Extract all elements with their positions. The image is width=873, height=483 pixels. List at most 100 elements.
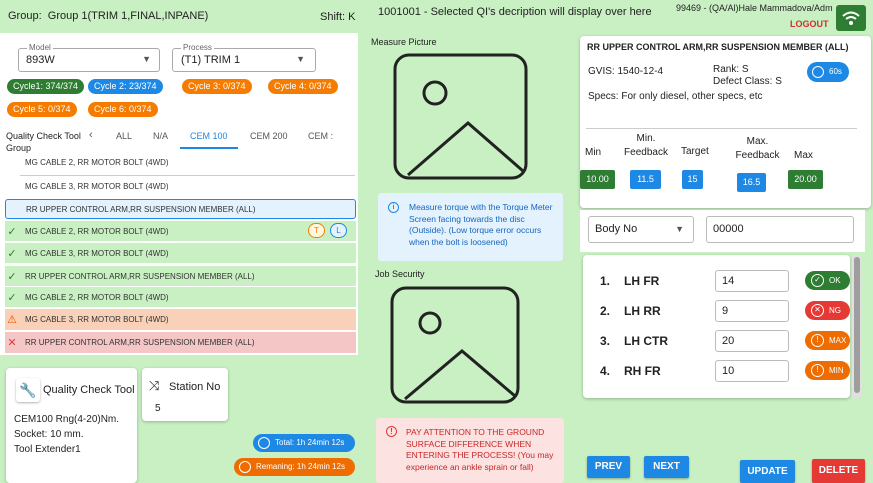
tool-title: Quality Check Tool: [43, 384, 135, 396]
clock-icon: [258, 437, 270, 449]
defect-class-value: Defect Class: S: [713, 76, 782, 87]
check-icon: ✓: [7, 247, 17, 260]
tab-cem100[interactable]: CEM 100: [190, 131, 228, 141]
scrollbar-thumb[interactable]: [854, 257, 860, 393]
model-label: Model: [27, 43, 53, 52]
status-icon: !: [811, 334, 824, 347]
header-target: Target: [681, 146, 709, 157]
chevron-down-icon: ▼: [675, 224, 684, 234]
badge-l: L: [330, 223, 347, 238]
list-item-error[interactable]: ✕ RR UPPER CONTROL ARM,RR SUSPENSION MEMB…: [5, 332, 356, 353]
wrench-icon: 🔧: [16, 378, 40, 402]
countdown-timer: 60s: [807, 62, 849, 82]
detail-card: RR UPPER CONTROL ARM,RR SUSPENSION MEMBE…: [580, 36, 871, 208]
max-feedback-value: 16.5: [737, 173, 766, 192]
station-title: Station No: [169, 381, 221, 393]
cycle-chip-5[interactable]: Cycle 5: 0/374: [7, 102, 77, 117]
tool-details: CEM100 Rng(4-20)Nm. Socket: 10 mm. Tool Ex…: [14, 414, 120, 455]
remaining-timer: Remaning: 1h 24min 12s: [234, 458, 355, 476]
list-item[interactable]: MG CABLE 2, RR MOTOR BOLT (4WD): [5, 153, 356, 171]
status-label: MIN: [829, 366, 844, 375]
station-card: ⤨ Station No 5: [142, 368, 228, 421]
measure-info-box: i Measure torque with the Torque Meter S…: [378, 193, 563, 261]
header-min-feedback: Min. Feedback: [624, 133, 668, 158]
cycle-chip-6[interactable]: Cycle 6: 0/374: [88, 102, 158, 117]
warning-text: PAY ATTENTION TO THE GROUND SURFACE DIFF…: [406, 427, 554, 472]
delete-button[interactable]: DELETE: [812, 459, 865, 483]
header-min: Min: [585, 147, 602, 158]
logout-link[interactable]: LOGOUT: [790, 19, 829, 29]
wifi-icon: [842, 11, 860, 25]
measurement-name: RH FR: [624, 364, 661, 378]
prev-button[interactable]: PREV: [587, 456, 630, 478]
model-select[interactable]: Model 893W ▼: [18, 43, 160, 72]
measurement-input[interactable]: 20: [715, 330, 789, 352]
chevron-down-icon: ▼: [296, 54, 305, 64]
body-no-select[interactable]: Body No ▼: [588, 216, 694, 243]
job-security-title: Job Security: [375, 269, 425, 279]
tabs-prev-icon[interactable]: ‹: [89, 129, 93, 141]
status-button[interactable]: ! MAX: [805, 331, 850, 350]
check-icon: ✓: [7, 291, 17, 304]
divider: [20, 175, 355, 176]
process-value: (T1) TRIM 1: [181, 54, 241, 66]
status-button[interactable]: ✕ NG: [805, 301, 850, 320]
warning-box: ! PAY ATTENTION TO THE GROUND SURFACE DI…: [376, 418, 564, 483]
tab-cem200[interactable]: CEM 200: [250, 131, 288, 141]
measurement-number: 2.: [600, 304, 611, 318]
badge-t: T: [308, 223, 325, 238]
measurement-name: LH FR: [624, 274, 660, 288]
measurement-input[interactable]: 14: [715, 270, 789, 292]
divider: [586, 128, 857, 129]
info-icon: i: [388, 202, 399, 213]
group-value: Group 1(TRIM 1,FINAL,INPANE): [47, 10, 209, 22]
cycle-chip-3[interactable]: Cycle 3: 0/374: [182, 79, 252, 94]
chevron-down-icon: ▼: [142, 54, 151, 64]
cycle-chip-4[interactable]: Cycle 4: 0/374: [268, 79, 338, 94]
status-label: OK: [829, 276, 841, 285]
next-button[interactable]: NEXT: [644, 456, 689, 478]
clock-icon: [812, 66, 824, 78]
close-icon: ✕: [7, 337, 17, 349]
list-item[interactable]: ✓ MG CABLE 2, RR MOTOR BOLT (4WD): [5, 221, 356, 241]
image-placeholder-icon: [390, 286, 520, 404]
list-item[interactable]: ✓ MG CABLE 3, RR MOTOR BOLT (4WD): [5, 243, 356, 263]
list-item-warning[interactable]: ⚠ MG CABLE 3, RR MOTOR BOLT (4WD): [5, 309, 356, 330]
status-label: MAX: [829, 336, 847, 345]
wifi-button[interactable]: [836, 5, 866, 31]
body-no-input[interactable]: 00000: [706, 216, 854, 243]
status-label: NG: [829, 306, 841, 315]
process-select[interactable]: Process (T1) TRIM 1 ▼: [172, 43, 316, 72]
shift-label: Shift: K: [320, 11, 356, 23]
tab-indicator: [180, 147, 238, 149]
min-feedback-value: 11.5: [630, 170, 661, 189]
clock-icon: [239, 461, 251, 473]
status-button[interactable]: ✓ OK: [805, 271, 850, 290]
check-icon: ✓: [7, 270, 17, 283]
cycle-chip-1[interactable]: Cycle1: 374/374: [7, 79, 85, 94]
measure-image: [393, 53, 528, 180]
check-icon: ✓: [7, 225, 17, 238]
rank-value: Rank: S: [713, 64, 749, 75]
qi-description: 1001001 - Selected QI's decription will …: [378, 6, 652, 18]
group-label: Group: Group 1(TRIM 1,FINAL,INPANE): [8, 10, 209, 22]
status-icon: !: [811, 364, 824, 377]
list-item[interactable]: ✓ MG CABLE 2, RR MOTOR BOLT (4WD): [5, 287, 356, 307]
status-button[interactable]: ! MIN: [805, 361, 850, 380]
tab-cem-more[interactable]: CEM :: [308, 131, 333, 141]
list-item[interactable]: MG CABLE 3, RR MOTOR BOLT (4WD): [5, 177, 356, 195]
gvis-value: GVIS: 1540-12-4: [588, 66, 664, 77]
measurement-input[interactable]: 10: [715, 360, 789, 382]
tab-all[interactable]: ALL: [116, 131, 132, 141]
image-placeholder-icon: [393, 53, 528, 180]
scrollbar[interactable]: [852, 255, 862, 398]
cycle-chip-2[interactable]: Cycle 2: 23/374: [88, 79, 163, 94]
list-item[interactable]: ✓ RR UPPER CONTROL ARM,RR SUSPENSION MEMB…: [5, 266, 356, 286]
header-max: Max: [794, 150, 813, 161]
measurement-input[interactable]: 9: [715, 300, 789, 322]
update-button[interactable]: UPDATE: [740, 460, 795, 483]
user-info: 99469 - (QA/Al)Hale Mammadova/Adm: [676, 3, 833, 13]
tab-na[interactable]: N/A: [153, 131, 168, 141]
measurement-number: 4.: [600, 364, 611, 378]
list-item-selected[interactable]: RR UPPER CONTROL ARM,RR SUSPENSION MEMBE…: [5, 199, 356, 219]
